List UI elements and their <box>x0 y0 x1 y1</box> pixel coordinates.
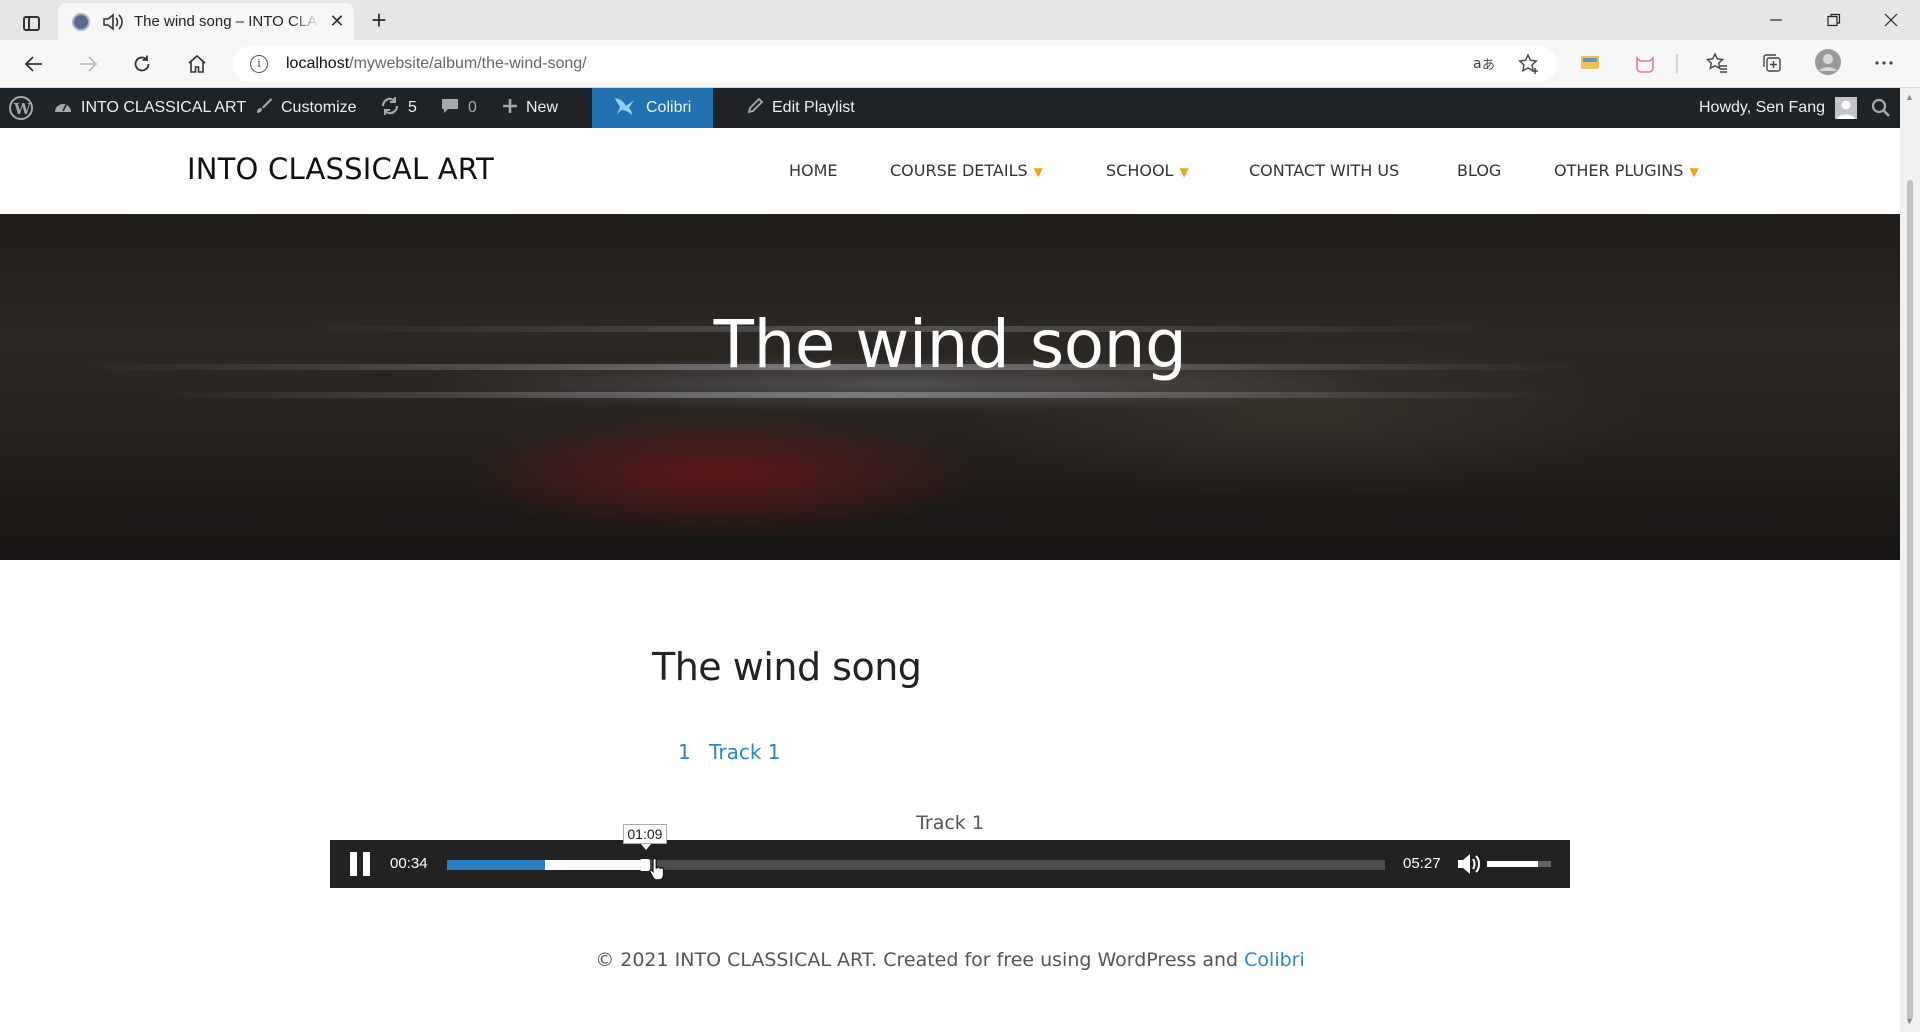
progress-played <box>447 860 545 870</box>
admin-customize-link[interactable]: Customize <box>255 88 357 128</box>
svg-text:a: a <box>1473 56 1482 72</box>
track-title-link[interactable]: Track 1 <box>709 740 780 764</box>
updates-refresh-icon <box>380 96 400 120</box>
new-tab-button[interactable]: + <box>364 5 394 35</box>
volume-slider[interactable] <box>1487 861 1551 867</box>
close-tab-icon[interactable]: ✕ <box>327 11 347 32</box>
user-avatar <box>1835 97 1857 119</box>
site-favicon-icon <box>72 12 90 31</box>
admin-edit-playlist-link[interactable]: Edit Playlist <box>746 88 855 128</box>
menu-item-course-details[interactable]: COURSE DETAILS ▼ <box>890 161 1043 180</box>
dashboard-gauge-icon <box>53 97 73 120</box>
svg-text:W: W <box>13 100 32 118</box>
pause-icon[interactable] <box>350 852 372 876</box>
tab-actions-icon[interactable] <box>14 8 48 38</box>
progress-bar[interactable]: 01:09 <box>447 824 1385 871</box>
admin-colibri-link[interactable]: Colibri <box>592 88 714 128</box>
track-number: 1 <box>678 740 691 764</box>
refresh-icon[interactable] <box>124 48 160 80</box>
playlist-track-item[interactable]: 1 Track 1 <box>678 740 781 764</box>
browser-toolbar: i localhost/mywebsite/album/the-wind-son… <box>0 40 1920 88</box>
wp-admin-bar: W INTO CLASSICAL ART Customize 5 0 New C… <box>0 88 1920 128</box>
hero-banner: The wind song <box>0 214 1900 560</box>
paintbrush-icon <box>255 97 273 120</box>
minimize-window-icon[interactable] <box>1753 4 1799 36</box>
hero-title: The wind song <box>713 306 1187 383</box>
now-playing-title: Track 1 <box>916 812 984 834</box>
more-options-icon[interactable] <box>1870 52 1898 80</box>
admin-search-icon[interactable] <box>1871 88 1891 128</box>
menu-item-home[interactable]: HOME <box>789 161 838 180</box>
svg-text:あ: あ <box>1482 58 1494 73</box>
audio-playing-icon[interactable] <box>102 12 124 32</box>
footer-copyright: © 2021 INTO CLASSICAL ART. Created for f… <box>595 949 1305 971</box>
audio-player: 00:34 01:09 05:27 <box>330 824 1570 888</box>
forward-icon[interactable] <box>70 48 106 80</box>
back-icon[interactable] <box>16 48 52 80</box>
site-header: INTO CLASSICAL ART HOME COURSE DETAILS ▼ … <box>0 128 1900 214</box>
extension-wallet-icon[interactable] <box>1576 52 1604 78</box>
browser-tabstrip: The wind song – INTO CLASSICAL ART ✕ + <box>0 0 1920 40</box>
extension-cat-icon[interactable] <box>1631 52 1659 80</box>
menu-item-blog[interactable]: BLOG <box>1457 161 1501 180</box>
profile-avatar-icon[interactable] <box>1814 48 1842 82</box>
menu-item-contact[interactable]: CONTACT WITH US <box>1249 161 1399 180</box>
admin-comments-link[interactable]: 0 <box>440 88 477 128</box>
admin-updates-link[interactable]: 5 <box>380 88 417 128</box>
close-window-icon[interactable] <box>1868 4 1914 36</box>
add-favorite-icon[interactable] <box>1518 53 1540 80</box>
chevron-down-icon: ▼ <box>1033 165 1043 179</box>
restore-window-icon[interactable] <box>1811 4 1857 36</box>
scrollbar-thumb[interactable] <box>1907 180 1913 1020</box>
menu-item-other-plugins[interactable]: OTHER PLUGINS ▼ <box>1554 161 1699 180</box>
toolbar-divider: | <box>1674 52 1680 74</box>
site-title[interactable]: INTO CLASSICAL ART <box>187 152 494 186</box>
pencil-icon <box>746 97 764 120</box>
page-scrollbar[interactable]: ▲ ▼ <box>1900 88 1920 1032</box>
admin-account-menu[interactable]: Howdy, Sen Fang <box>1699 88 1857 128</box>
read-aloud-translate-icon[interactable]: aあ <box>1472 53 1495 78</box>
volume-icon[interactable] <box>1456 852 1482 876</box>
scroll-up-arrow-icon[interactable]: ▲ <box>1905 92 1914 102</box>
menu-item-school[interactable]: SCHOOL ▼ <box>1106 161 1189 180</box>
comment-bubble-icon <box>440 97 460 120</box>
home-icon[interactable] <box>179 48 215 80</box>
favorites-icon[interactable] <box>1703 52 1731 80</box>
admin-site-name[interactable]: INTO CLASSICAL ART <box>53 88 246 128</box>
volume-level <box>1487 861 1539 867</box>
hand-pointer-cursor-icon <box>649 858 665 881</box>
collections-icon[interactable] <box>1758 52 1786 80</box>
page-title: The wind song <box>652 645 922 689</box>
plus-icon <box>502 98 518 119</box>
current-time: 00:34 <box>390 855 428 872</box>
hero-overlay <box>0 214 1900 560</box>
chevron-down-icon: ▼ <box>1179 165 1189 179</box>
site-info-icon[interactable]: i <box>250 55 268 73</box>
scroll-down-arrow-icon[interactable]: ▼ <box>1905 1016 1914 1026</box>
url-text[interactable]: localhost/mywebsite/album/the-wind-song/ <box>286 55 587 73</box>
browser-tab-active[interactable]: The wind song – INTO CLASSICAL ART ✕ <box>58 3 354 40</box>
admin-new-link[interactable]: New <box>502 88 558 128</box>
address-bar[interactable]: i localhost/mywebsite/album/the-wind-son… <box>232 46 1557 82</box>
wordpress-logo-icon[interactable]: W <box>8 88 34 128</box>
footer-colibri-link[interactable]: Colibri <box>1244 949 1305 971</box>
colibri-bird-icon <box>614 96 638 121</box>
tab-title: The wind song – INTO CLASSICAL ART <box>134 13 319 30</box>
time-tooltip: 01:09 <box>622 824 667 850</box>
chevron-down-icon: ▼ <box>1689 165 1699 179</box>
duration-time: 05:27 <box>1403 855 1441 872</box>
